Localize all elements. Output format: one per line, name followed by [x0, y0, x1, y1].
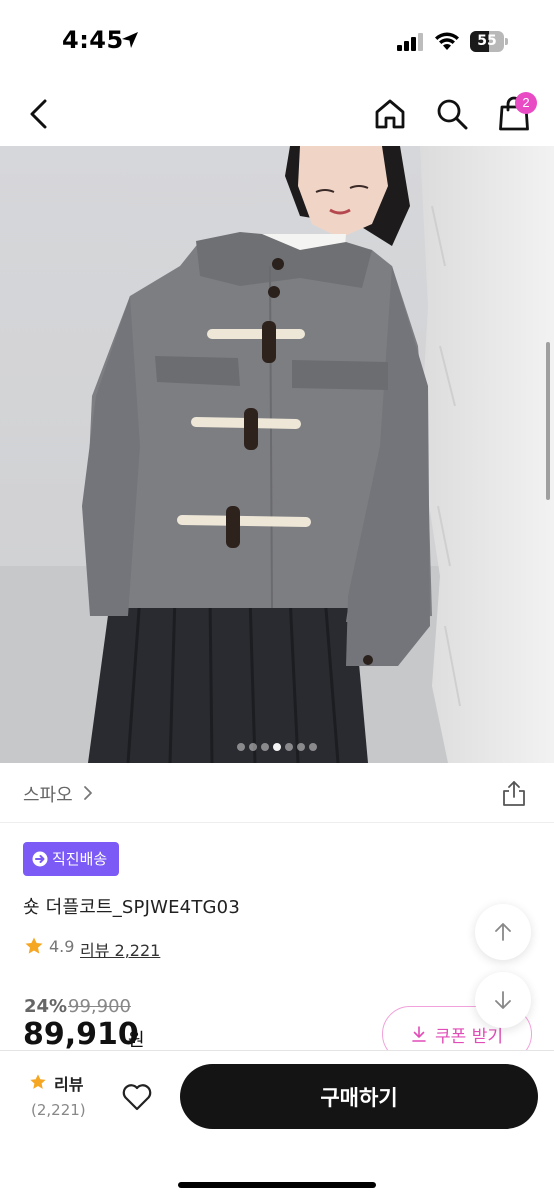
download-icon	[412, 1026, 426, 1042]
arrow-up-icon	[495, 923, 511, 941]
top-navigation: 2	[0, 80, 554, 146]
brand-row[interactable]: 스파오	[0, 763, 554, 823]
scroll-to-bottom-button[interactable]	[475, 972, 531, 1028]
review-label[interactable]: 리뷰	[54, 1071, 83, 1095]
product-photo	[0, 146, 554, 763]
gallery-pagination-dots[interactable]	[0, 736, 554, 751]
price-unit: 원	[128, 1030, 145, 1051]
bottom-purchase-bar: 리뷰 (2,221) 구매하기	[0, 1050, 554, 1200]
original-price: 99,900	[68, 996, 131, 1017]
chevron-right-icon[interactable]	[82, 785, 94, 801]
gallery-dot-active[interactable]	[273, 743, 281, 751]
back-icon[interactable]	[26, 98, 52, 130]
battery-indicator: 55	[470, 31, 508, 52]
location-arrow-icon	[122, 32, 138, 48]
gallery-dot[interactable]	[237, 743, 245, 751]
buy-button-label: 구매하기	[320, 1085, 398, 1110]
share-icon[interactable]	[501, 779, 527, 807]
wifi-icon	[435, 32, 459, 50]
cart-count-badge: 2	[515, 92, 537, 114]
status-bar: 4:45 55	[0, 0, 554, 80]
review-count[interactable]: (2,221)	[31, 1101, 86, 1119]
arrow-down-icon	[495, 991, 511, 1009]
brand-name-link[interactable]: 스파오	[23, 781, 73, 807]
product-image-gallery[interactable]	[0, 146, 554, 763]
home-indicator	[178, 1182, 376, 1188]
product-title: 숏 더플코트_SPJWE4TG03	[23, 897, 240, 918]
sale-price: 89,910	[23, 1017, 139, 1052]
star-icon	[25, 937, 43, 954]
cellular-signal-icon	[397, 33, 423, 51]
gallery-dot[interactable]	[249, 743, 257, 751]
gallery-dot[interactable]	[285, 743, 293, 751]
rating-value: 4.9	[49, 937, 75, 956]
direct-delivery-badge: 직진배송	[23, 842, 120, 876]
battery-level: 55	[477, 33, 497, 49]
badge-label: 직진배송	[52, 850, 108, 868]
heart-icon[interactable]	[121, 1082, 153, 1112]
delivery-arrow-icon	[32, 851, 48, 867]
search-icon[interactable]	[435, 97, 469, 131]
gallery-dot[interactable]	[261, 743, 269, 751]
discount-rate: 24%	[24, 996, 68, 1017]
gallery-scroll-indicator	[546, 342, 550, 500]
star-icon	[30, 1074, 46, 1089]
gallery-dot[interactable]	[297, 743, 305, 751]
status-time: 4:45	[62, 26, 124, 54]
buy-button[interactable]: 구매하기	[180, 1064, 538, 1129]
scroll-to-top-button[interactable]	[475, 904, 531, 960]
review-count-link[interactable]: 리뷰 2,221	[80, 937, 160, 961]
gallery-dot[interactable]	[309, 743, 317, 751]
home-icon[interactable]	[373, 97, 407, 131]
